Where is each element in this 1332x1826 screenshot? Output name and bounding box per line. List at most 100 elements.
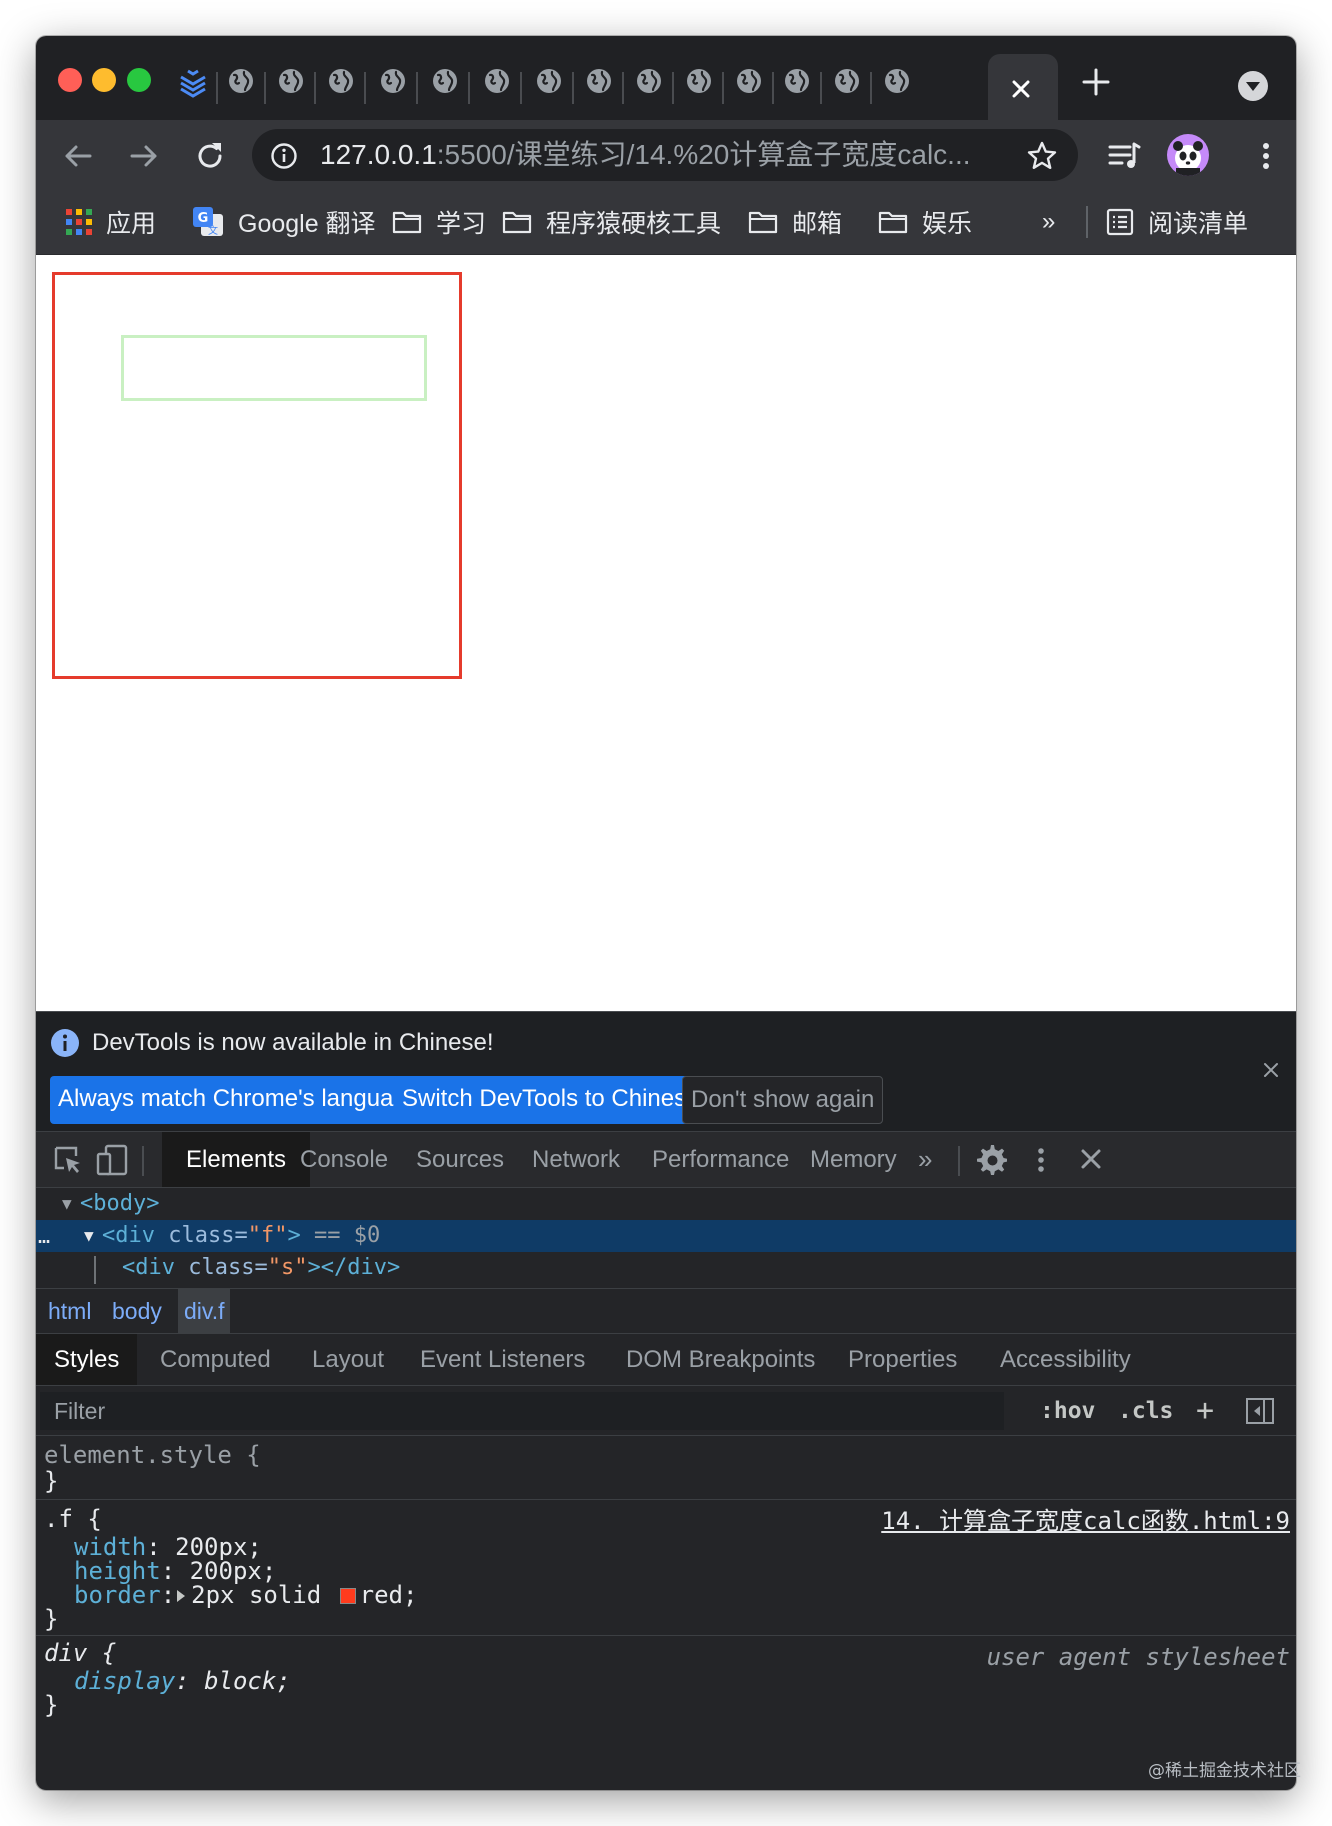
dont-show-again-button[interactable]: Don't show again [682,1076,884,1124]
bookmark-apps[interactable]: 应用 [66,190,156,254]
profile-avatar[interactable] [1167,134,1209,176]
dom-node-body[interactable]: ▼ <body> [36,1188,1296,1220]
bookmark-folder-study[interactable]: 学习 [392,190,486,254]
bookmarks-overflow-button[interactable]: » [1042,190,1055,254]
breadcrumb-div-f[interactable]: div.f [178,1289,231,1333]
bookmark-label: 邮箱 [792,210,843,238]
always-match-language-button[interactable]: Always match Chrome's language [50,1076,429,1124]
rule-f[interactable]: .f { 14. 计算盒子宽度calc函数.html:9 width: 200p… [36,1500,1296,1636]
tab-globe-4[interactable] [378,66,408,96]
tab-globe-14[interactable] [882,66,912,96]
reading-list-link[interactable]: 阅读清单 [1106,190,1248,254]
hover-state-toggle[interactable]: :hov [1040,1386,1095,1436]
decl-border[interactable]: border: 2px solid red; [74,1580,417,1610]
bookmark-google-translate[interactable]: G 文 Google 翻译 [192,190,376,254]
tab-layered-chevrons[interactable] [176,66,210,100]
tab-globe-12[interactable] [782,66,812,96]
tab-console[interactable]: Console [300,1132,388,1187]
forward-button[interactable] [126,138,162,174]
bookmark-folder-tools[interactable]: 程序猿硬核工具 [502,190,721,254]
tab-globe-10[interactable] [684,66,714,96]
browser-window: 127.0.0.1:5500/课堂练习/14.%20计算盒子宽度calc... [36,36,1296,1790]
expand-arrow-icon[interactable]: ▼ [84,1220,94,1252]
page-viewport [36,255,1296,1011]
dom-tree: ▼ <body> … ▼ <div class="f"> == $0 <div cla… [36,1188,1296,1288]
window-minimize-button[interactable] [92,68,116,92]
customize-menu-button[interactable] [1034,1144,1048,1176]
expand-arrow-icon[interactable] [177,1590,186,1602]
close-devtools-button[interactable] [1076,1144,1106,1174]
rule-source-link[interactable]: 14. 计算盒子宽度calc函数.html:9 [881,1506,1290,1536]
tab-globe-1[interactable] [226,66,256,96]
bookmark-star-button[interactable] [1026,140,1058,172]
tab-globe-6[interactable] [482,66,512,96]
tab-globe-11[interactable] [734,66,764,96]
decl-display[interactable]: display: block; [74,1666,291,1696]
tab-sources[interactable]: Sources [416,1132,504,1187]
rule-element-style[interactable]: element.style { } [36,1436,1296,1500]
reload-button[interactable] [192,138,228,174]
close-icon[interactable] [1261,1060,1281,1080]
back-button[interactable] [60,138,96,174]
address-bar[interactable]: 127.0.0.1:5500/课堂练习/14.%20计算盒子宽度calc... [252,129,1078,181]
tab-divider [622,72,624,104]
menu-button[interactable] [1256,138,1276,174]
close-icon[interactable] [1006,74,1036,104]
expand-arrow-icon[interactable]: ▼ [62,1188,72,1220]
tab-accessibility[interactable]: Accessibility [1000,1334,1131,1385]
tab-search-button[interactable] [1238,71,1268,101]
tab-globe-7[interactable] [534,66,564,96]
tab-globe-9[interactable] [634,66,664,96]
active-tab[interactable] [988,54,1058,120]
tab-styles[interactable]: Styles [36,1334,138,1385]
reading-list-button[interactable] [1106,138,1142,174]
tab-computed[interactable]: Computed [160,1334,271,1385]
device-toolbar-button[interactable] [96,1144,128,1176]
settings-button[interactable] [976,1144,1008,1176]
tab-globe-8[interactable] [584,66,614,96]
infobar-message: DevTools is now available in Chinese! [92,1029,494,1056]
globe-icon [637,69,661,93]
color-swatch[interactable] [339,1588,356,1604]
info-circle-icon[interactable] [270,142,298,170]
tab-memory[interactable]: Memory [810,1132,897,1187]
kebab-menu-icon [1038,1148,1044,1172]
new-style-rule-button[interactable]: + [1196,1386,1214,1436]
browser-toolbar: 127.0.0.1:5500/课堂练习/14.%20计算盒子宽度calc... [36,120,1296,190]
tab-globe-3[interactable] [326,66,356,96]
tab-network[interactable]: Network [532,1132,620,1187]
window-close-button[interactable] [58,68,82,92]
window-zoom-button[interactable] [127,68,151,92]
tab-elements[interactable]: Elements [162,1132,311,1187]
breadcrumb-html[interactable]: html [42,1289,97,1333]
dom-node-div-s[interactable]: <div class="s"></div> [36,1252,1296,1284]
rule-div-user-agent[interactable]: div { user agent stylesheet display: blo… [36,1636,1296,1724]
more-tabs-button[interactable]: » [918,1132,932,1187]
globe-icon [485,69,509,93]
switch-to-chinese-button[interactable]: Switch DevTools to Chinese [394,1076,708,1124]
inspect-element-button[interactable] [52,1144,84,1176]
tab-globe-5[interactable] [430,66,460,96]
tab-divider [572,72,574,104]
bookmark-folder-entertainment[interactable]: 娱乐 [878,190,972,254]
dom-node-div-f[interactable]: … ▼ <div class="f"> == $0 [36,1220,1296,1252]
tab-layout[interactable]: Layout [312,1334,384,1385]
tab-dom-breakpoints[interactable]: DOM Breakpoints [626,1334,815,1385]
tab-performance[interactable]: Performance [652,1132,789,1187]
toggle-sidebar-icon[interactable] [1246,1398,1274,1424]
new-tab-button[interactable] [1080,66,1112,98]
bookmark-folder-mail[interactable]: 邮箱 [748,190,842,254]
tab-globe-13[interactable] [832,66,862,96]
ellipsis-icon[interactable]: … [38,1220,50,1252]
filter-input[interactable]: Filter [40,1392,1004,1430]
class-toggle[interactable]: .cls [1118,1386,1173,1436]
arrow-left-icon [65,145,92,167]
tab-globe-2[interactable] [276,66,306,96]
breadcrumb-body[interactable]: body [106,1289,168,1333]
url-text[interactable]: 127.0.0.1:5500/课堂练习/14.%20计算盒子宽度calc... [320,129,971,181]
reading-list-icon [1106,208,1134,236]
bookmarks-bar: 应用 G 文 Google 翻译 学习 程序猿硬核工具 邮箱 娱乐 » 阅读清单 [36,190,1296,255]
tab-properties[interactable]: Properties [848,1334,957,1385]
outer-box-f [52,272,462,679]
tab-event-listeners[interactable]: Event Listeners [420,1334,585,1385]
